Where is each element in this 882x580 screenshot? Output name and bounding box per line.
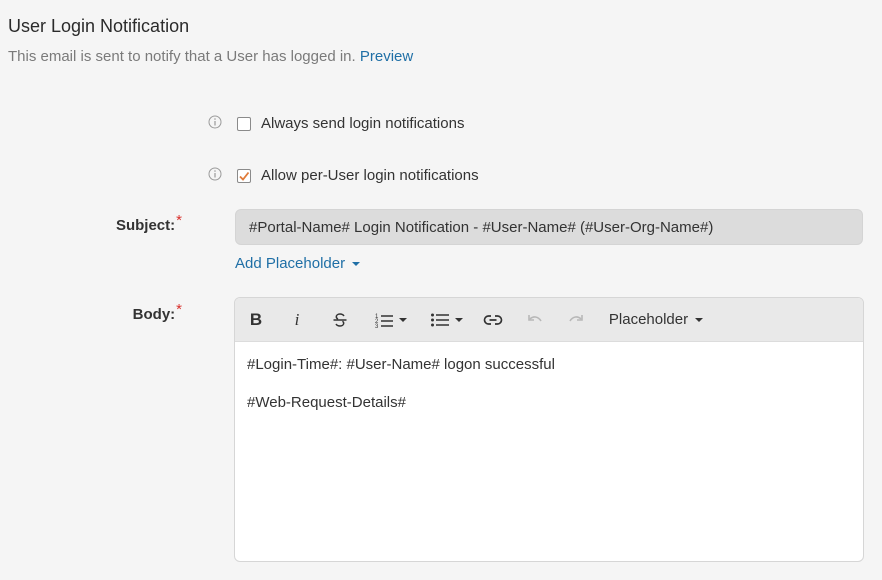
required-mark: * [176,301,182,318]
subject-input[interactable]: #Portal-Name# Login Notification - #User… [235,209,863,245]
page-title: User Login Notification [8,16,190,36]
placeholder-dropdown-label: Placeholder [608,311,689,328]
svg-text:3: 3 [375,324,379,329]
body-label-text: Body: [132,306,176,323]
strikethrough-button[interactable] [329,298,351,341]
body-line: #Web-Request-Details# [247,394,406,411]
body-editor[interactable]: B i 1 2 3 Placeholder #Login-Time#: #Use… [234,297,864,562]
option-always-send[interactable]: Always send login notifications [237,115,464,132]
undo-icon [528,314,542,321]
option-allow-per-user[interactable]: Allow per-User login notifications [237,167,479,184]
description-text: This email is sent to notify that a User… [8,48,356,65]
body-label: Body:* [2,301,182,323]
caret-down-icon [454,318,463,322]
check-icon [239,171,250,181]
subject-label: Subject:* [2,212,182,234]
info-icon[interactable] [208,115,222,129]
link-button[interactable] [481,298,505,341]
subject-label-text: Subject: [115,217,176,234]
placeholder-dropdown[interactable]: Placeholder [606,298,706,341]
body-line: #Login-Time#: #User-Name# logon successf… [247,356,555,373]
bold-icon: B [249,309,263,329]
add-placeholder-label: Add Placeholder [235,255,346,272]
page-description: This email is sent to notify that a User… [8,48,413,65]
editor-content[interactable]: #Login-Time#: #User-Name# logon successf… [235,342,863,444]
link-icon [483,314,503,325]
caret-down-icon [352,262,361,266]
info-icon[interactable] [208,167,222,181]
add-placeholder-dropdown[interactable]: Add Placeholder [235,255,361,272]
redo-icon [569,314,583,321]
allow-per-user-label: Allow per-User login notifications [261,167,479,184]
required-mark: * [176,212,182,229]
italic-icon: i [294,309,300,329]
bullet-list-icon [430,313,449,326]
strikethrough-icon [333,312,347,327]
undo-button[interactable] [524,298,546,341]
bold-button[interactable]: B [245,298,267,341]
caret-down-icon [398,318,407,322]
ordered-list-dropdown[interactable]: 1 2 3 [370,298,410,341]
ordered-list-icon: 1 2 3 [375,314,393,329]
caret-down-icon [695,318,704,322]
allow-per-user-checkbox[interactable] [237,168,251,183]
italic-button[interactable]: i [286,298,308,341]
redo-button[interactable] [565,298,587,341]
bullet-list-dropdown[interactable] [426,298,466,341]
preview-link[interactable]: Preview [360,48,413,65]
editor-toolbar: B i 1 2 3 Placeholder [235,298,863,342]
always-send-label: Always send login notifications [261,115,465,132]
always-send-checkbox[interactable] [237,116,251,131]
